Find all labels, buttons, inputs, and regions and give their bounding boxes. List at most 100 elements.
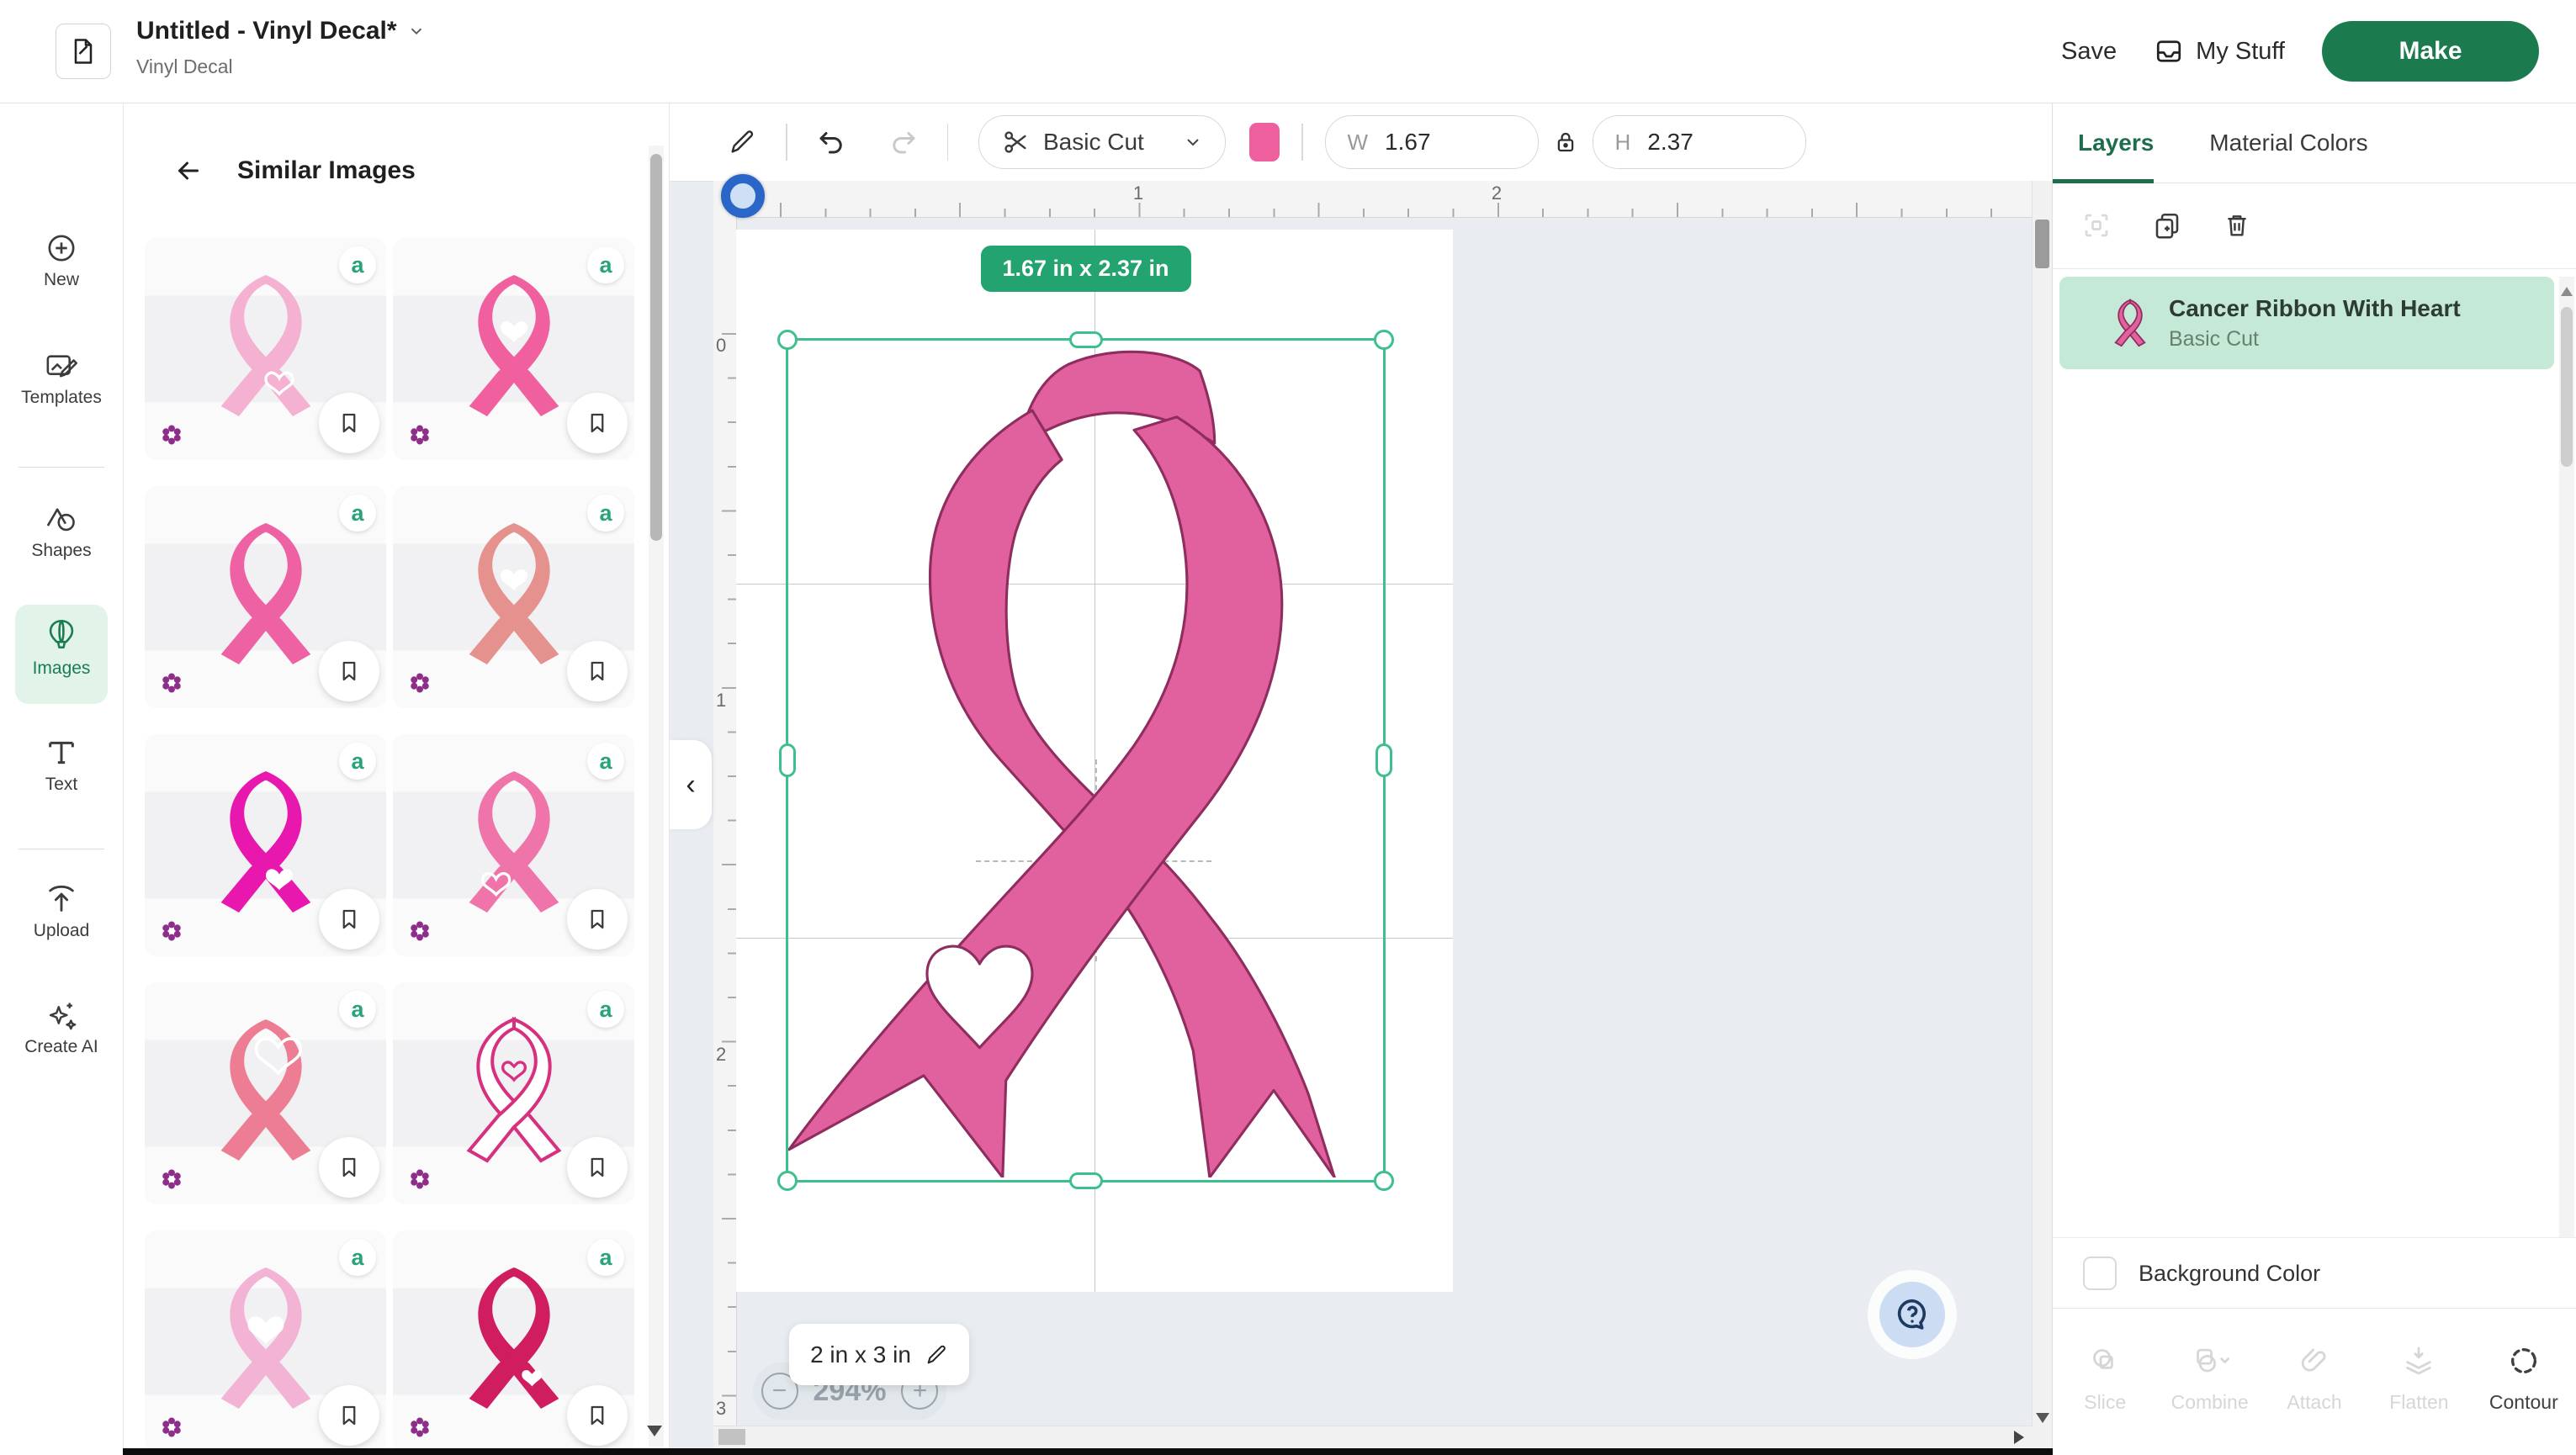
chevron-down-icon[interactable] xyxy=(407,22,426,40)
back-arrow-icon[interactable] xyxy=(173,156,204,186)
resize-handle-top[interactable] xyxy=(1069,331,1103,348)
color-swatch[interactable] xyxy=(1249,123,1280,161)
sparkle-ai-icon xyxy=(0,998,123,1032)
layer-flower-icon xyxy=(408,671,432,695)
edit-pencil-icon[interactable] xyxy=(925,1343,948,1367)
resize-handle-top-left[interactable] xyxy=(777,330,798,350)
scissors-icon xyxy=(1001,128,1030,156)
sidebar-item-templates[interactable]: Templates xyxy=(0,349,123,408)
width-field[interactable]: W 1.67 xyxy=(1325,115,1539,169)
image-card[interactable]: a xyxy=(393,486,634,708)
document-title[interactable]: Untitled - Vinyl Decal* xyxy=(136,17,397,45)
resize-handle-bottom-right[interactable] xyxy=(1374,1171,1394,1191)
bookmark-button[interactable] xyxy=(319,1385,379,1446)
image-card[interactable]: a xyxy=(145,982,386,1204)
panel-scroll-down-arrow[interactable] xyxy=(647,1426,662,1436)
image-card[interactable]: a xyxy=(393,982,634,1204)
layers-scrollbar[interactable] xyxy=(2559,277,2574,1310)
bookmark-button[interactable] xyxy=(567,1385,628,1446)
image-card[interactable]: a xyxy=(393,1230,634,1452)
layers-panel: Layers Material Colors Cancer Ribbon Wit… xyxy=(2052,103,2576,1455)
canvas-hscroll-thumb[interactable] xyxy=(718,1429,745,1445)
slice-button[interactable]: Slice xyxy=(2053,1309,2157,1448)
layer-name: Cancer Ribbon With Heart xyxy=(2169,295,2461,322)
height-field[interactable]: H 2.37 xyxy=(1593,115,1806,169)
bookmark-button[interactable] xyxy=(319,889,379,950)
combine-button[interactable]: Combine xyxy=(2157,1309,2261,1448)
resize-handle-top-right[interactable] xyxy=(1374,330,1394,350)
mat-size-pill[interactable]: 2 in x 3 in xyxy=(789,1324,969,1385)
project-icon-button[interactable] xyxy=(56,24,111,79)
make-button[interactable]: Make xyxy=(2322,21,2539,82)
scroll-down-arrow[interactable] xyxy=(2036,1413,2049,1423)
sidebar-item-text[interactable]: Text xyxy=(0,736,123,795)
panel-scrollbar[interactable] xyxy=(649,146,664,1447)
tab-layers[interactable]: Layers xyxy=(2078,130,2154,156)
ribbon-thumbnail xyxy=(443,510,586,678)
bookmark-button[interactable] xyxy=(319,1137,379,1198)
bookmark-button[interactable] xyxy=(567,1137,628,1198)
sidebar-item-shapes[interactable]: Shapes xyxy=(0,502,123,561)
panel-scrollbar-thumb[interactable] xyxy=(650,154,662,541)
sidebar-item-new[interactable]: New xyxy=(0,231,123,290)
resize-handle-bottom[interactable] xyxy=(1069,1172,1103,1189)
nav-divider xyxy=(19,467,104,468)
lock-icon[interactable] xyxy=(1544,120,1587,164)
selection-bounding-box[interactable]: 1.67 in x 2.37 in xyxy=(786,338,1386,1183)
canvas-vertical-scrollbar[interactable] xyxy=(2032,181,2053,1448)
redo-button[interactable] xyxy=(882,120,925,164)
canvas-horizontal-scrollbar[interactable] xyxy=(713,1426,2033,1448)
ribbon-thumbnail xyxy=(194,758,337,926)
bookmark-button[interactable] xyxy=(567,889,628,950)
attach-button[interactable]: Attach xyxy=(2262,1309,2367,1448)
layer-row-cancer-ribbon[interactable]: Cancer Ribbon With Heart Basic Cut xyxy=(2059,277,2554,369)
edit-pencil-button[interactable] xyxy=(720,120,764,164)
sidebar-item-create-ai[interactable]: Create AI xyxy=(0,998,123,1057)
trash-icon[interactable] xyxy=(2223,210,2251,241)
undo-button[interactable] xyxy=(809,120,853,164)
image-card[interactable]: a xyxy=(145,1230,386,1452)
design-canvas-area[interactable]: Basic Cut W 1.67 H 2.37 1 2 0 1 2 3 xyxy=(670,103,2053,1455)
collapse-panel-button[interactable]: ‹ xyxy=(670,740,712,829)
bookmark-button[interactable] xyxy=(567,393,628,453)
sidebar-item-images[interactable]: Images xyxy=(0,618,123,679)
slice-icon xyxy=(2088,1344,2122,1378)
sidebar-item-upload[interactable]: Upload xyxy=(0,882,123,941)
canvas-vscroll-thumb[interactable] xyxy=(2035,220,2049,268)
resize-handle-bottom-left[interactable] xyxy=(777,1171,798,1191)
combine-icon xyxy=(2190,1344,2230,1378)
bookmark-button[interactable] xyxy=(319,641,379,701)
contour-icon xyxy=(2507,1344,2541,1378)
layer-flower-icon xyxy=(160,1167,183,1191)
bookmark-button[interactable] xyxy=(319,393,379,453)
image-card[interactable]: a xyxy=(145,734,386,956)
image-card[interactable]: a xyxy=(145,486,386,708)
ribbon-thumbnail xyxy=(443,758,586,926)
left-nav-rail: New Templates Shapes Images Text Upload … xyxy=(0,103,124,1455)
layers-scroll-up-arrow[interactable] xyxy=(2561,287,2573,296)
layers-scroll-thumb[interactable] xyxy=(2561,307,2573,467)
height-label: H xyxy=(1615,130,1631,156)
tab-material-colors[interactable]: Material Colors xyxy=(2209,130,2367,156)
background-color-row: Background Color xyxy=(2053,1237,2576,1309)
resize-handle-right[interactable] xyxy=(1375,743,1392,777)
save-button[interactable]: Save xyxy=(2061,38,2117,66)
select-all-icon[interactable] xyxy=(2081,210,2112,241)
ribbon-thumbnail xyxy=(194,1006,337,1174)
image-card[interactable]: a xyxy=(393,734,634,956)
background-color-checkbox[interactable] xyxy=(2083,1257,2117,1290)
resize-handle-left[interactable] xyxy=(779,743,796,777)
image-card[interactable]: a xyxy=(393,238,634,460)
my-stuff-button[interactable]: My Stuff xyxy=(2154,36,2285,66)
bookmark-button[interactable] xyxy=(567,641,628,701)
help-button[interactable] xyxy=(1879,1282,1945,1347)
scroll-right-arrow[interactable] xyxy=(2014,1431,2024,1444)
layer-linetype: Basic Cut xyxy=(2169,327,2461,352)
flatten-button[interactable]: Flatten xyxy=(2367,1309,2471,1448)
image-card[interactable]: a xyxy=(145,238,386,460)
document-subtitle: Vinyl Decal xyxy=(136,56,233,78)
linetype-select[interactable]: Basic Cut xyxy=(978,115,1226,169)
app-header: Untitled - Vinyl Decal* Vinyl Decal Save… xyxy=(0,0,2576,103)
duplicate-icon[interactable] xyxy=(2152,210,2182,241)
contour-button[interactable]: Contour xyxy=(2472,1309,2576,1448)
